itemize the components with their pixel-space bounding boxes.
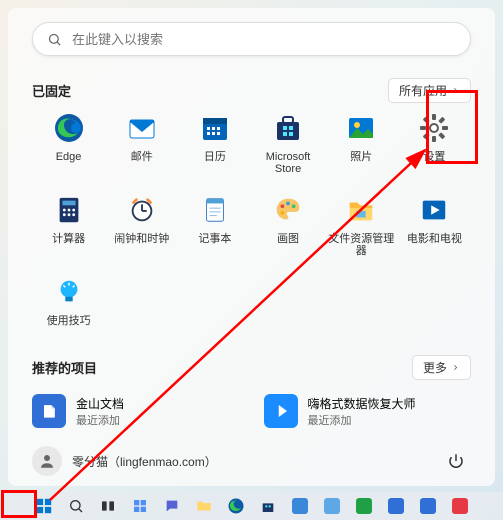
power-button[interactable] — [441, 446, 471, 476]
photos-icon — [344, 111, 378, 145]
app-icon — [420, 498, 436, 514]
tb-search[interactable] — [65, 495, 87, 517]
app-label: 文件资源管理器 — [327, 233, 395, 257]
more-label: 更多 — [423, 359, 447, 376]
tb-app3[interactable] — [353, 495, 375, 517]
recommended-header: 推荐的项目 更多 — [32, 355, 471, 380]
edge-icon — [52, 111, 86, 145]
pinned-grid: Edge 邮件 日历 Microsoft Store — [32, 111, 471, 327]
search-icon — [68, 498, 84, 514]
tb-app4[interactable] — [385, 495, 407, 517]
clock-icon — [125, 193, 159, 227]
notepad-icon — [198, 193, 232, 227]
calendar-icon — [198, 111, 232, 145]
app-label: 日历 — [204, 151, 226, 163]
tb-app2[interactable] — [321, 495, 343, 517]
app-label: 画图 — [277, 233, 299, 245]
recommended-item[interactable]: 金山文档 最近添加 — [32, 394, 240, 428]
app-notepad[interactable]: 记事本 — [178, 193, 251, 257]
app-label: 设置 — [423, 151, 445, 163]
app-label: 记事本 — [198, 233, 231, 245]
avatar-icon — [32, 446, 62, 476]
taskbar — [0, 492, 503, 520]
gear-icon — [417, 111, 451, 145]
rec-title: 嗨格式数据恢复大师 — [308, 395, 416, 412]
pinned-header: 已固定 所有应用 — [32, 78, 471, 103]
app-calculator[interactable]: 计算器 — [32, 193, 105, 257]
folder-icon — [195, 497, 213, 515]
app-calendar[interactable]: 日历 — [178, 111, 251, 175]
store-icon — [260, 498, 276, 514]
taskview-icon — [100, 498, 116, 514]
app-label: 使用技巧 — [47, 315, 91, 327]
tb-taskview[interactable] — [97, 495, 119, 517]
all-apps-label: 所有应用 — [399, 82, 447, 99]
app-icon — [292, 498, 308, 514]
rec-title: 金山文档 — [76, 395, 124, 412]
app-movies[interactable]: 电影和电视 — [398, 193, 471, 257]
movies-icon — [417, 193, 451, 227]
all-apps-button[interactable]: 所有应用 — [388, 78, 471, 103]
bulb-icon — [52, 275, 86, 309]
tb-widgets[interactable] — [129, 495, 151, 517]
app-tips[interactable]: 使用技巧 — [32, 275, 105, 327]
widgets-icon — [132, 498, 148, 514]
tb-edge[interactable] — [225, 495, 247, 517]
start-menu: 已固定 所有应用 Edge 邮件 日历 — [8, 8, 495, 486]
app-paint[interactable]: 画图 — [251, 193, 324, 257]
wps-icon — [32, 394, 66, 428]
app-icon — [324, 498, 340, 514]
power-icon — [447, 452, 465, 470]
tb-store[interactable] — [257, 495, 279, 517]
tb-app1[interactable] — [289, 495, 311, 517]
more-button[interactable]: 更多 — [412, 355, 471, 380]
edge-icon — [227, 497, 245, 515]
app-photos[interactable]: 照片 — [325, 111, 398, 175]
paint-icon — [271, 193, 305, 227]
tb-start[interactable] — [33, 495, 55, 517]
app-label: 邮件 — [131, 151, 153, 163]
app-edge[interactable]: Edge — [32, 111, 105, 175]
recovery-icon — [264, 394, 298, 428]
app-icon — [388, 498, 404, 514]
app-label: 计算器 — [52, 233, 85, 245]
app-mail[interactable]: 邮件 — [105, 111, 178, 175]
rec-sub: 最近添加 — [308, 412, 416, 428]
search-input[interactable] — [72, 32, 456, 47]
chevron-right-icon — [451, 363, 460, 372]
user-account[interactable]: 零分猫（lingfenmao.com） — [32, 446, 217, 476]
chat-icon — [164, 498, 180, 514]
search-icon — [47, 32, 62, 47]
folder-icon — [344, 193, 378, 227]
app-icon — [356, 498, 372, 514]
tb-chat[interactable] — [161, 495, 183, 517]
tb-app5[interactable] — [417, 495, 439, 517]
app-icon — [452, 498, 468, 514]
app-label: 电影和电视 — [407, 233, 462, 245]
app-label: Edge — [56, 151, 82, 163]
app-store[interactable]: Microsoft Store — [251, 111, 324, 175]
app-label: Microsoft Store — [254, 151, 322, 175]
recommended-grid: 金山文档 最近添加 嗨格式数据恢复大师 最近添加 — [32, 394, 471, 428]
start-footer: 零分猫（lingfenmao.com） — [32, 432, 471, 476]
mail-icon — [125, 111, 159, 145]
pinned-title: 已固定 — [32, 81, 71, 100]
app-label: 闹钟和时钟 — [114, 233, 169, 245]
tb-app6[interactable] — [449, 495, 471, 517]
calculator-icon — [52, 193, 86, 227]
rec-sub: 最近添加 — [76, 412, 124, 428]
chevron-right-icon — [451, 86, 460, 95]
recommended-item[interactable]: 嗨格式数据恢复大师 最近添加 — [264, 394, 472, 428]
app-explorer[interactable]: 文件资源管理器 — [325, 193, 398, 257]
tb-explorer[interactable] — [193, 495, 215, 517]
recommended-title: 推荐的项目 — [32, 358, 97, 377]
user-name: 零分猫（lingfenmao.com） — [72, 453, 217, 470]
search-box[interactable] — [32, 22, 471, 56]
app-settings[interactable]: 设置 — [398, 111, 471, 175]
app-label: 照片 — [350, 151, 372, 163]
windows-icon — [35, 497, 53, 515]
app-clock[interactable]: 闹钟和时钟 — [105, 193, 178, 257]
store-icon — [271, 111, 305, 145]
